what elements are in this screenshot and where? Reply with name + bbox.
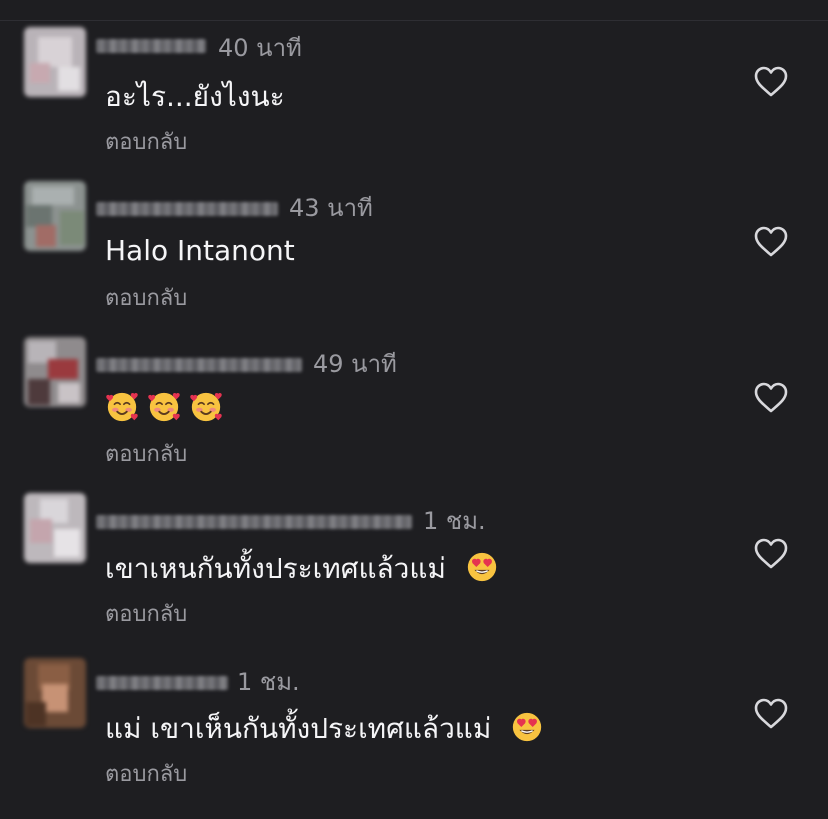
comment-text-content: อะไร...ยังไงนะ (105, 80, 285, 113)
reply-button[interactable]: ตอบกลับ (105, 762, 187, 788)
comment-time: 40 นาที (218, 34, 302, 62)
comment-item: 1 ชม. เขาเหนกันทั้งประเทศแล้วแม่ ตอบกลับ (0, 468, 828, 627)
comment-text-content: เขาเหนกันทั้งประเทศแล้วแม่ (105, 552, 446, 585)
smiling-face-with-hearts-emoji (148, 392, 180, 422)
reply-button[interactable]: ตอบกลับ (105, 442, 187, 468)
comment-text (105, 390, 231, 426)
comment-text: แม่ เขาเห็นกันทั้งประเทศแล้วแม่ (105, 710, 552, 746)
comment-item: 49 นาที ตอบกลับ (0, 312, 828, 467)
like-heart-icon[interactable] (754, 66, 788, 98)
comment-text: เขาเหนกันทั้งประเทศแล้วแม่ (105, 550, 507, 586)
comment-text: อะไร...ยังไงนะ (105, 80, 285, 114)
like-heart-icon[interactable] (754, 226, 788, 258)
comment-time: 1 ชม. (423, 507, 486, 535)
comment-text: Halo Intanont (105, 234, 295, 268)
like-heart-icon[interactable] (754, 538, 788, 570)
avatar[interactable] (24, 337, 86, 407)
avatar[interactable] (24, 658, 86, 728)
like-heart-icon[interactable] (754, 698, 788, 730)
smiling-face-with-hearts-emoji (106, 392, 138, 422)
comment-time: 49 นาที (313, 350, 397, 378)
heart-eyes-emoji (513, 712, 542, 742)
like-heart-icon[interactable] (754, 382, 788, 414)
avatar[interactable] (24, 493, 86, 563)
username[interactable] (96, 358, 302, 372)
comment-text-content: แม่ เขาเห็นกันทั้งประเทศแล้วแม่ (105, 712, 492, 745)
reply-button[interactable]: ตอบกลับ (105, 602, 187, 628)
comment-time: 43 นาที (289, 194, 373, 222)
username[interactable] (96, 676, 228, 690)
avatar[interactable] (24, 181, 86, 251)
avatar[interactable] (24, 27, 86, 97)
heart-eyes-emoji (467, 552, 496, 582)
comment-text-content: Halo Intanont (105, 234, 295, 267)
username[interactable] (96, 202, 278, 216)
comment-item: 40 นาที อะไร...ยังไงนะ ตอบกลับ (0, 0, 828, 155)
smiling-face-with-hearts-emoji (190, 392, 222, 422)
username[interactable] (96, 39, 206, 53)
comment-item: 43 นาที Halo Intanont ตอบกลับ (0, 156, 828, 311)
username[interactable] (96, 515, 412, 529)
comment-time: 1 ชม. (237, 668, 300, 696)
comment-item: 1 ชม. แม่ เขาเห็นกันทั้งประเทศแล้วแม่ ตอ… (0, 628, 828, 787)
reply-button[interactable]: ตอบกลับ (105, 286, 187, 312)
reply-button[interactable]: ตอบกลับ (105, 130, 187, 156)
